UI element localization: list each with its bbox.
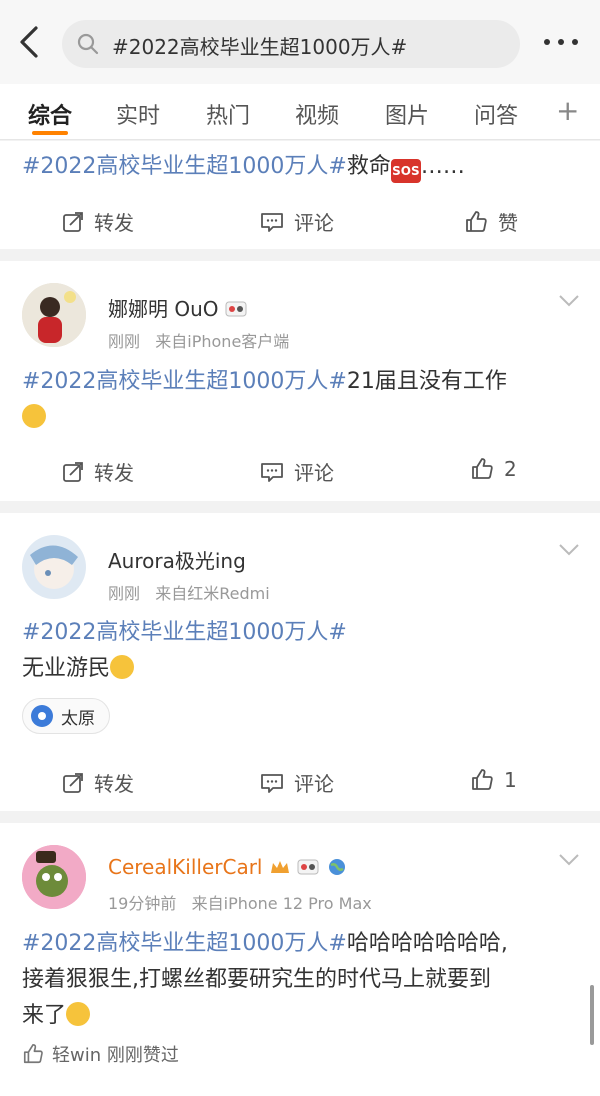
- repost-icon: [63, 461, 83, 482]
- like-count: 2: [504, 457, 517, 481]
- tab-realtime[interactable]: 实时: [116, 98, 160, 130]
- scrollbar[interactable]: [590, 985, 594, 1045]
- chevron-down-icon[interactable]: [558, 543, 580, 557]
- username[interactable]: 娜娜明 OuO: [108, 293, 247, 322]
- topic-link[interactable]: #2022高校毕业生超1000万人#: [22, 620, 347, 645]
- pleading-emoji-icon: [22, 404, 46, 428]
- like-button[interactable]: 赞: [464, 207, 518, 236]
- post-text: #2022高校毕业生超1000万人#21届且没有工作: [22, 364, 582, 436]
- liked-by: 轻win 刚刚赞过: [22, 1041, 179, 1067]
- top-bar: #2022高校毕业生超1000万人#: [0, 0, 600, 84]
- tab-qa[interactable]: 问答: [474, 98, 518, 130]
- back-icon[interactable]: [16, 24, 44, 60]
- comment-icon: [261, 212, 283, 232]
- add-tab-icon[interactable]: +: [556, 94, 579, 127]
- post-meta: 刚刚 来自红米Redmi: [108, 584, 270, 603]
- comment-icon: [261, 773, 283, 793]
- post-meta: 19分钟前 来自iPhone 12 Pro Max: [108, 894, 372, 913]
- crown-badge-icon: [270, 861, 289, 873]
- post-text: #2022高校毕业生超1000万人#救命SOS……: [22, 149, 582, 185]
- comment-icon: [261, 462, 283, 482]
- repost-icon: [63, 211, 83, 232]
- chevron-down-icon[interactable]: [558, 853, 580, 867]
- post-meta: 刚刚 来自iPhone客户端: [108, 332, 290, 351]
- search-input[interactable]: #2022高校毕业生超1000万人#: [62, 20, 520, 68]
- active-tab-indicator: [32, 131, 68, 135]
- tab-bar: 综合 实时 热门 视频 图片 问答 +: [0, 84, 600, 140]
- comment-button[interactable]: 评论: [260, 768, 334, 797]
- location-tag[interactable]: 太原: [22, 698, 110, 734]
- like-button[interactable]: 2: [470, 457, 517, 481]
- avatar[interactable]: [22, 283, 86, 347]
- post-actions: 转发 评论 1: [0, 768, 600, 798]
- like-button[interactable]: 1: [470, 768, 517, 792]
- avatar[interactable]: [22, 535, 86, 599]
- scared-emoji-icon: [66, 1002, 91, 1026]
- thumbs-up-icon: [23, 1044, 43, 1064]
- topic-link[interactable]: #2022高校毕业生超1000万人#: [22, 369, 347, 394]
- post-text: #2022高校毕业生超1000万人# 无业游民: [22, 620, 347, 681]
- badge-icon: [297, 859, 319, 875]
- tab-hot[interactable]: 热门: [206, 98, 250, 130]
- divider: [0, 249, 600, 261]
- thumbs-up-icon: [472, 458, 493, 479]
- post-card: CerealKillerCarl 19分钟前 来自iPhone 12 Pro M…: [0, 823, 600, 1096]
- tab-video[interactable]: 视频: [295, 98, 339, 130]
- search-icon: [77, 33, 99, 55]
- like-count: 1: [504, 768, 517, 792]
- post-card: Aurora极光ing 刚刚 来自红米Redmi #2022高校毕业生超1000…: [0, 513, 600, 811]
- post-card: 娜娜明 OuO 刚刚 来自iPhone客户端 #2022高校毕业生超1000万人…: [0, 261, 600, 501]
- thumbs-up-icon: [466, 210, 487, 232]
- badge-icon: [225, 301, 247, 317]
- search-query: #2022高校毕业生超1000万人#: [112, 35, 408, 59]
- post-actions: 转发 评论 2: [0, 457, 600, 487]
- username[interactable]: Aurora极光ing: [108, 545, 246, 574]
- thumbs-up-icon: [472, 769, 493, 790]
- divider: [0, 811, 600, 823]
- post-text: #2022高校毕业生超1000万人#哈哈哈哈哈哈哈, 接着狠狠生,打螺丝都要研究…: [22, 931, 508, 1028]
- location-icon: [31, 705, 53, 727]
- avatar[interactable]: [22, 845, 86, 909]
- comment-button[interactable]: 评论: [260, 207, 334, 236]
- post-card: #2022高校毕业生超1000万人#救命SOS…… 转发 评论 赞: [0, 141, 600, 249]
- topic-link[interactable]: #2022高校毕业生超1000万人#: [22, 931, 347, 956]
- comment-button[interactable]: 评论: [260, 457, 334, 486]
- topic-link[interactable]: #2022高校毕业生超1000万人#: [22, 154, 347, 179]
- crying-emoji-icon: [110, 655, 135, 679]
- globe-badge-icon: [328, 859, 345, 875]
- repost-button[interactable]: 转发: [62, 207, 134, 236]
- repost-button[interactable]: 转发: [62, 768, 134, 797]
- repost-button[interactable]: 转发: [62, 457, 134, 486]
- username[interactable]: CerealKillerCarl: [108, 855, 348, 879]
- more-icon[interactable]: [541, 30, 581, 54]
- repost-icon: [63, 772, 83, 793]
- tab-pictures[interactable]: 图片: [385, 98, 429, 130]
- chevron-down-icon[interactable]: [558, 294, 580, 308]
- sos-icon: SOS: [390, 159, 421, 183]
- tab-comprehensive[interactable]: 综合: [28, 98, 72, 130]
- post-actions: 转发 评论 赞: [0, 207, 600, 237]
- divider: [0, 501, 600, 513]
